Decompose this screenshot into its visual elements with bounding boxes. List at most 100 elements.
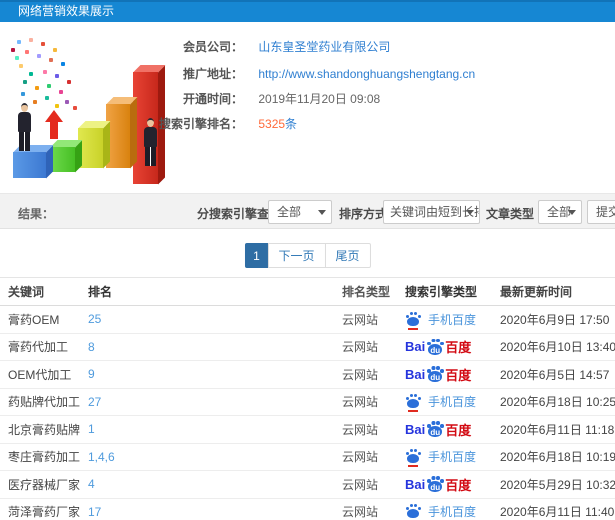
rank-type-cell: 云网站	[342, 505, 379, 520]
mobile-baidu-badge: 手机百度	[405, 311, 477, 330]
baidu-logo: Bai du 百度	[405, 475, 471, 494]
article-type-select[interactable]: 全部	[538, 200, 582, 224]
updated-cell: 2020年6月11日 11:18	[500, 422, 615, 437]
baidu-logo-bai: Bai	[405, 421, 426, 437]
header-rank-type: 排名类型	[342, 285, 391, 299]
table-body: 膏药OEM 25 云网站 手机百度 Baidu百度 2020年6月9日 17:5…	[0, 306, 615, 520]
updated-cell: 2020年6月10日 13:40	[500, 340, 615, 355]
keyword-cell: 药贴牌代加工	[8, 395, 81, 410]
submit-button[interactable]: 提交	[587, 200, 615, 224]
table-row: 药贴牌代加工 27 云网站 手机百度 Baidu百度 2020年6月18日 10…	[0, 389, 615, 416]
chevron-down-icon	[318, 210, 326, 215]
rank-link[interactable]: 9	[88, 361, 95, 388]
page: 网络营销效果展示 会员公司： 山东皇圣堂药业有限公司 推广地址： http://…	[0, 0, 615, 520]
info-row-url: 推广地址： http://www.shandonghuangshengtang.…	[0, 66, 615, 82]
baidu-logo: Bai du 百度	[405, 337, 471, 356]
keyword-cell: 医疗器械厂家	[8, 477, 81, 492]
engine-cell: 手机百度 Baidu百度	[405, 361, 471, 388]
engine-cell: 手机百度 Baidu百度	[405, 499, 476, 520]
company-link[interactable]: 山东皇圣堂药业有限公司	[258, 40, 390, 54]
mobile-baidu-label: 手机百度	[428, 395, 477, 410]
rank-count-unit[interactable]: 条	[285, 117, 297, 131]
page-title: 网络营销效果展示	[18, 4, 115, 18]
header-keyword: 关键词	[8, 285, 45, 299]
baidu-logo-baidu: 百度	[445, 367, 472, 383]
rank-link[interactable]: 17	[88, 499, 101, 520]
header-engine-type: 搜索引擎类型	[405, 285, 478, 299]
bar-green	[50, 147, 75, 172]
rank-type-cell: 云网站	[342, 367, 379, 382]
keyword-cell: 膏药OEM	[8, 312, 60, 327]
table-row: 菏泽膏药厂家 17 云网站 手机百度 Baidu百度 2020年6月11日 11…	[0, 499, 615, 520]
baidu-paw-icon: du	[426, 476, 444, 493]
table-row: OEM代加工 9 云网站 手机百度 Baidu百度 2020年6月5日 14:5…	[0, 361, 615, 389]
rank-count-number: 5325	[258, 117, 286, 131]
mobile-baidu-label: 手机百度	[428, 312, 477, 327]
updated-cell: 2020年5月29日 10:32	[500, 477, 615, 492]
info-row-company: 会员公司： 山东皇圣堂药业有限公司	[0, 39, 615, 55]
chevron-down-icon	[568, 210, 576, 215]
promo-url-link[interactable]: http://www.shandonghuangshengtang.cn	[258, 67, 475, 81]
baidu-paw-icon	[405, 504, 422, 519]
keyword-cell: 菏泽膏药厂家	[8, 505, 81, 520]
keyword-cell: OEM代加工	[8, 367, 72, 382]
table-header-row: 关键词 排名 排名类型 搜索引擎类型 最新更新时间	[0, 277, 615, 306]
engine-cell: 手机百度 Baidu百度	[405, 444, 476, 471]
mobile-baidu-badge: 手机百度	[405, 503, 476, 520]
keyword-cell: 膏药代加工	[8, 340, 69, 355]
filter-bar: 结果： 分搜索引擎查看 全部 排序方式 关键词由短到长排序 文章类型 全部 提交	[0, 193, 615, 229]
sort-label: 排序方式	[339, 207, 388, 221]
engine-view-select[interactable]: 全部	[268, 200, 332, 224]
table-row: 枣庄膏药加工 1,4,6 云网站 手机百度 Baidu百度 2020年6月18日…	[0, 444, 615, 471]
updated-cell: 2020年6月18日 10:25	[500, 395, 615, 410]
baidu-paw-icon: du	[426, 339, 444, 355]
baidu-logo-baidu: 百度	[445, 477, 472, 493]
engine-cell: 手机百度 Baidu百度	[405, 334, 471, 361]
rank-link[interactable]: 25	[88, 306, 101, 333]
table-row: 北京膏药贴牌 1 云网站 手机百度 Baidu百度 2020年6月11日 11:…	[0, 416, 615, 444]
info-row-open-time: 开通时间： 2019年11月20日 09:08	[0, 91, 615, 107]
pagination: 1 下一页 尾页	[244, 243, 371, 268]
page-1-button[interactable]: 1	[244, 243, 269, 268]
baidu-logo: Bai du 百度	[405, 420, 471, 439]
baidu-logo-bai: Bai	[405, 366, 426, 382]
titlebar: 网络营销效果展示	[0, 0, 615, 22]
baidu-paw-icon	[405, 394, 422, 413]
baidu-logo: Bai du 百度	[405, 365, 471, 384]
rank-count-label: 搜索引擎排名：	[158, 117, 243, 131]
table-row: 医疗器械厂家 4 云网站 手机百度 Baidu百度 2020年5月29日 10:…	[0, 471, 615, 499]
header-rank: 排名	[88, 285, 113, 299]
ranking-table: 关键词 排名 排名类型 搜索引擎类型 最新更新时间 膏药OEM 25 云网站 手…	[0, 277, 615, 520]
rank-link[interactable]: 8	[88, 334, 95, 361]
open-time-value: 2019年11月20日 09:08	[258, 92, 381, 106]
info-row-rank-count: 搜索引擎排名： 5325条	[0, 116, 615, 132]
last-page-button[interactable]: 尾页	[324, 243, 371, 268]
sort-select[interactable]: 关键词由短到长排序	[383, 200, 480, 224]
baidu-paw-icon	[405, 312, 422, 330]
updated-cell: 2020年6月11日 11:40	[500, 505, 615, 520]
keyword-cell: 枣庄膏药加工	[8, 450, 81, 465]
rank-type-cell: 云网站	[342, 477, 379, 492]
promo-url-label: 推广地址：	[182, 67, 243, 81]
baidu-logo-bai: Bai	[405, 476, 426, 492]
rank-link[interactable]: 1,4,6	[88, 444, 115, 471]
mobile-baidu-badge: 手机百度	[405, 393, 477, 413]
rank-link[interactable]: 27	[88, 389, 101, 416]
baidu-paw-icon: du	[426, 366, 444, 383]
rank-link[interactable]: 1	[88, 416, 95, 443]
keyword-cell: 北京膏药贴牌	[8, 422, 81, 437]
baidu-logo-baidu: 百度	[445, 340, 472, 356]
updated-cell: 2020年6月9日 17:50	[500, 312, 610, 327]
engine-view-selected: 全部	[277, 205, 302, 219]
next-page-button[interactable]: 下一页	[267, 243, 326, 268]
rank-link[interactable]: 4	[88, 471, 95, 498]
mobile-baidu-label: 手机百度	[428, 505, 477, 520]
rank-type-cell: 云网站	[342, 395, 379, 410]
engine-cell: 手机百度 Baidu百度	[405, 389, 476, 416]
result-label: 结果：	[18, 207, 55, 221]
rank-type-cell: 云网站	[342, 422, 379, 437]
table-row: 膏药代加工 8 云网站 手机百度 Baidu百度 2020年6月10日 13:4…	[0, 334, 615, 361]
baidu-paw-icon: du	[426, 421, 444, 438]
rank-type-cell: 云网站	[342, 312, 379, 327]
updated-cell: 2020年6月5日 14:57	[500, 367, 610, 382]
